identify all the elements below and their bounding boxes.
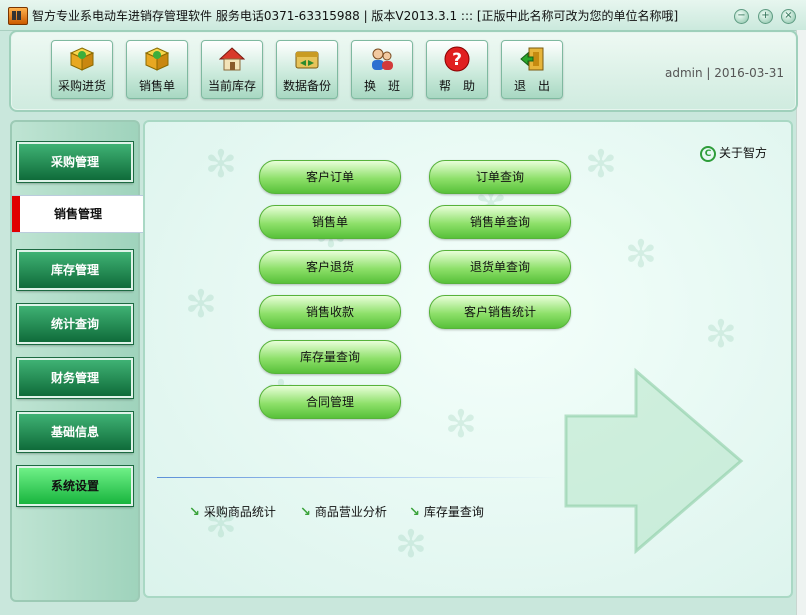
exit-icon	[520, 47, 544, 71]
toolbar-label: 换 班	[363, 79, 400, 93]
maximize-button[interactable]: +	[758, 9, 773, 24]
about-link[interactable]: C 关于智方	[700, 144, 767, 162]
toolbar-label: 销售单	[138, 79, 175, 93]
toolbar-label: 退 出	[513, 79, 550, 93]
snowflake-decoration: ✻	[445, 402, 477, 446]
toolbar-label: 数据备份	[282, 79, 331, 93]
customer-sales-stats-button[interactable]: 客户销售统计	[429, 295, 571, 329]
sales-order-query-button[interactable]: 销售单查询	[429, 205, 571, 239]
background-window-edge	[796, 30, 806, 615]
sidebar-item-finance[interactable]: 财务管理	[16, 357, 134, 399]
sales-order-main-button[interactable]: 销售单	[259, 205, 401, 239]
copyright-icon: C	[700, 145, 716, 162]
link-label: 库存量查询	[423, 505, 484, 519]
app-icon	[8, 7, 28, 25]
sidebar-item-purchase[interactable]: 采购管理	[16, 141, 134, 183]
shift-change-button[interactable]: 换 班	[351, 40, 413, 99]
sidebar-item-sales[interactable]: 销售管理	[12, 195, 144, 233]
purchase-button[interactable]: 采购进货	[51, 40, 113, 99]
arrow-down-right-icon: ↘	[300, 505, 311, 520]
about-label: 关于智方	[719, 146, 768, 160]
svg-text:?: ?	[452, 50, 462, 70]
toolbar: 采购进货 销售单 当前库存 数据备份 换 班 ? 帮 助 退 出 admin |…	[9, 30, 798, 112]
sidebar-item-inventory[interactable]: 库存管理	[16, 249, 134, 291]
sidebar-item-settings[interactable]: 系统设置	[16, 465, 134, 507]
customer-order-button[interactable]: 客户订单	[259, 160, 401, 194]
return-order-query-button[interactable]: 退货单查询	[429, 250, 571, 284]
minimize-button[interactable]: −	[734, 9, 749, 24]
users-icon	[372, 48, 393, 70]
arrow-down-right-icon: ↘	[409, 505, 420, 520]
window-title: 智方专业系电动车进销存管理软件 服务电话0371-63315988 | 版本V2…	[32, 9, 679, 23]
arrow-decoration	[564, 367, 744, 555]
box-icon	[144, 47, 170, 71]
arrow-down-right-icon: ↘	[189, 505, 200, 520]
link-label: 商品营业分析	[314, 505, 387, 519]
link-business-analysis[interactable]: ↘ 商品营业分析	[300, 503, 387, 520]
close-button[interactable]: ×	[781, 9, 796, 24]
sidebar-item-label: 销售管理	[53, 207, 102, 221]
snowflake-decoration: ✻	[625, 232, 657, 276]
help-icon: ?	[444, 46, 470, 72]
toolbar-label: 采购进货	[57, 79, 106, 93]
exit-button[interactable]: 退 出	[501, 40, 563, 99]
link-purchase-stats[interactable]: ↘ 采购商品统计	[189, 503, 276, 520]
sidebar: 采购管理 库存管理 统计查询 财务管理 基础信息 系统设置	[10, 120, 140, 602]
title-bar: 智方专业系电动车进销存管理软件 服务电话0371-63315988 | 版本V2…	[0, 0, 806, 31]
snowflake-decoration: ✻	[705, 312, 737, 356]
link-label: 采购商品统计	[203, 505, 276, 519]
sidebar-item-basic-info[interactable]: 基础信息	[16, 411, 134, 453]
snowflake-decoration: ✻	[585, 142, 617, 186]
customer-return-button[interactable]: 客户退货	[259, 250, 401, 284]
sales-receipt-button[interactable]: 销售收款	[259, 295, 401, 329]
toolbar-label: 当前库存	[207, 79, 256, 93]
snowflake-decoration: ✻	[205, 142, 237, 186]
divider-line	[157, 477, 557, 478]
toolbar-label: 帮 助	[438, 79, 475, 93]
user-date-info: admin | 2016-03-31	[664, 66, 784, 80]
main-panel: ✻ ✻ ✻ ✻ ✻ ✻ ✻ ✻ ✻ ✻ ✻ C关于智方 客户订单 销售单 客户退…	[143, 120, 793, 598]
current-stock-button[interactable]: 当前库存	[201, 40, 263, 99]
data-backup-button[interactable]: 数据备份	[276, 40, 338, 99]
stock-query-button[interactable]: 库存量查询	[259, 340, 401, 374]
contract-management-button[interactable]: 合同管理	[259, 385, 401, 419]
sales-order-button[interactable]: 销售单	[126, 40, 188, 99]
snowflake-decoration: ✻	[185, 282, 217, 326]
link-stock-query[interactable]: ↘ 库存量查询	[409, 503, 484, 520]
help-button[interactable]: ? 帮 助	[426, 40, 488, 99]
sidebar-item-statistics[interactable]: 统计查询	[16, 303, 134, 345]
house-icon	[219, 47, 245, 71]
snowflake-decoration: ✻	[395, 522, 427, 566]
order-query-button[interactable]: 订单查询	[429, 160, 571, 194]
box-icon	[69, 47, 95, 71]
backup-icon	[295, 51, 319, 69]
